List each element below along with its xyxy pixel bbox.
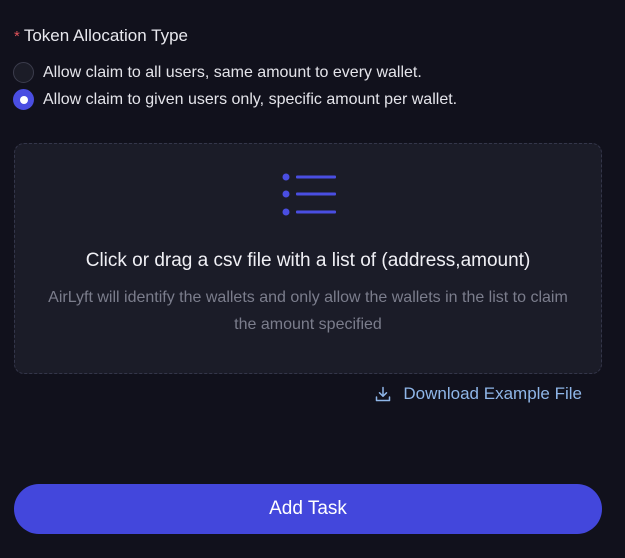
radio-option-label: Allow claim to given users only, specifi…: [43, 90, 458, 108]
radio-option-label: Allow claim to all users, same amount to…: [43, 63, 422, 81]
radio-dot: [19, 95, 28, 104]
radio-button-checked[interactable]: [13, 89, 34, 110]
radio-button-unchecked[interactable]: [13, 62, 34, 83]
required-asterisk: *: [14, 28, 20, 45]
download-example-label: Download Example File: [403, 384, 582, 403]
allocation-type-label-text: Token Allocation Type: [23, 26, 188, 45]
download-icon: [376, 386, 391, 402]
download-example-link[interactable]: Download Example File: [375, 384, 582, 404]
radio-option-all-users[interactable]: Allow claim to all users, same amount to…: [13, 62, 422, 83]
upload-title: Click or drag a csv file with a list of …: [85, 250, 531, 271]
allocation-type-label: * Token Allocation Type: [14, 26, 188, 46]
upload-description: AirLyft will identify the wallets and on…: [48, 289, 568, 333]
list-icon: [282, 173, 336, 216]
add-task-button[interactable]: Add Task: [14, 484, 602, 534]
radio-option-given-users[interactable]: Allow claim to given users only, specifi…: [13, 89, 457, 110]
add-task-form: * Token Allocation Type Allow claim to al…: [0, 0, 625, 558]
csv-upload-dropzone[interactable]: Click or drag a csv file with a list of …: [14, 143, 602, 374]
